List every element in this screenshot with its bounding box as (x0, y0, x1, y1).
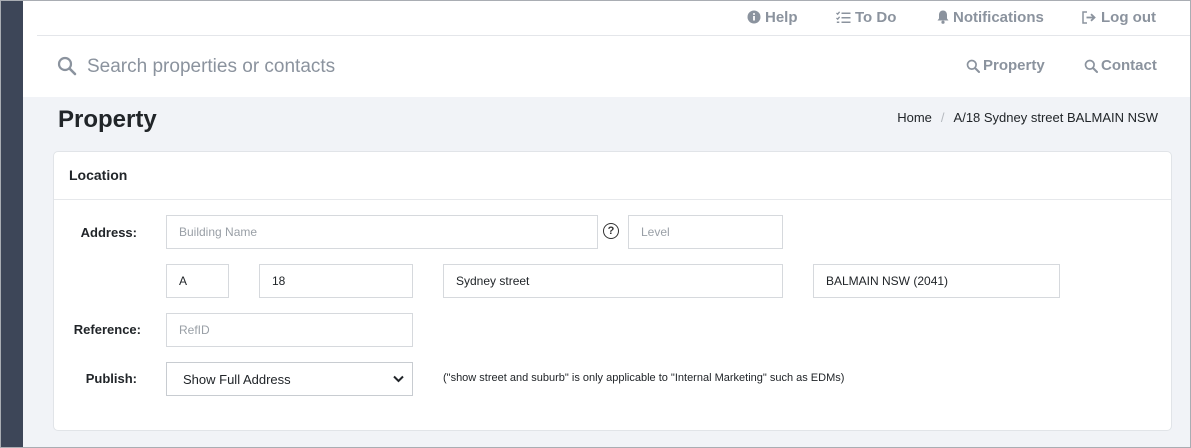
level-field[interactable] (628, 215, 783, 249)
address-label: Address: (80, 225, 137, 240)
publish-selected-value: Show Full Address (183, 371, 291, 387)
help-icon[interactable]: ? (603, 223, 619, 239)
refid-field[interactable] (166, 313, 413, 347)
main-area: Help To Do Notifications Log out Search … (23, 1, 1190, 448)
unit-field[interactable] (166, 264, 229, 298)
street-number-field[interactable] (259, 264, 413, 298)
search-icon (1084, 59, 1098, 73)
logout-icon (1082, 10, 1096, 24)
content-area: Property Home / A/18 Sydney street BALMA… (23, 97, 1190, 448)
search-input[interactable] (87, 53, 487, 81)
logout-link[interactable]: Log out (1082, 7, 1156, 27)
publish-select[interactable]: Show Full Address (166, 362, 413, 396)
reference-label: Reference: (73, 322, 141, 337)
top-nav: Help To Do Notifications Log out (37, 1, 1190, 36)
search-property-label: Property (983, 57, 1045, 74)
search-contact-label: Contact (1101, 57, 1157, 74)
search-contact-link[interactable]: Contact (1084, 57, 1157, 74)
search-row: Property Contact (37, 37, 1190, 97)
search-property-link[interactable]: Property (966, 57, 1045, 74)
card-title: Location (54, 152, 1171, 200)
logout-label: Log out (1101, 8, 1156, 26)
building-name-field[interactable] (166, 215, 598, 249)
publish-label: Publish: (85, 371, 137, 386)
breadcrumb: Home / A/18 Sydney street BALMAIN NSW (897, 110, 1158, 125)
left-sidebar[interactable] (1, 1, 23, 447)
location-card: Location Address: ? Reference: Publish: … (53, 151, 1172, 431)
page-title: Property (58, 106, 157, 133)
todo-label: To Do (855, 8, 897, 26)
breadcrumb-separator: / (940, 110, 945, 125)
help-link[interactable]: Help (747, 7, 798, 27)
search-icon (57, 56, 77, 81)
breadcrumb-current: A/18 Sydney street BALMAIN NSW (953, 110, 1158, 125)
suburb-field[interactable] (813, 264, 1060, 298)
info-icon (747, 10, 761, 24)
publish-note: ("show street and suburb" is only applic… (443, 372, 845, 384)
chevron-down-icon (393, 375, 404, 383)
todo-link[interactable]: To Do (836, 7, 896, 27)
notifications-link[interactable]: Notifications (937, 7, 1044, 27)
breadcrumb-home[interactable]: Home (897, 110, 932, 125)
street-name-field[interactable] (443, 264, 783, 298)
search-icon (966, 59, 980, 73)
bell-icon (937, 10, 949, 24)
checklist-icon (836, 10, 851, 23)
notifications-label: Notifications (953, 8, 1044, 26)
help-label: Help (765, 8, 798, 26)
